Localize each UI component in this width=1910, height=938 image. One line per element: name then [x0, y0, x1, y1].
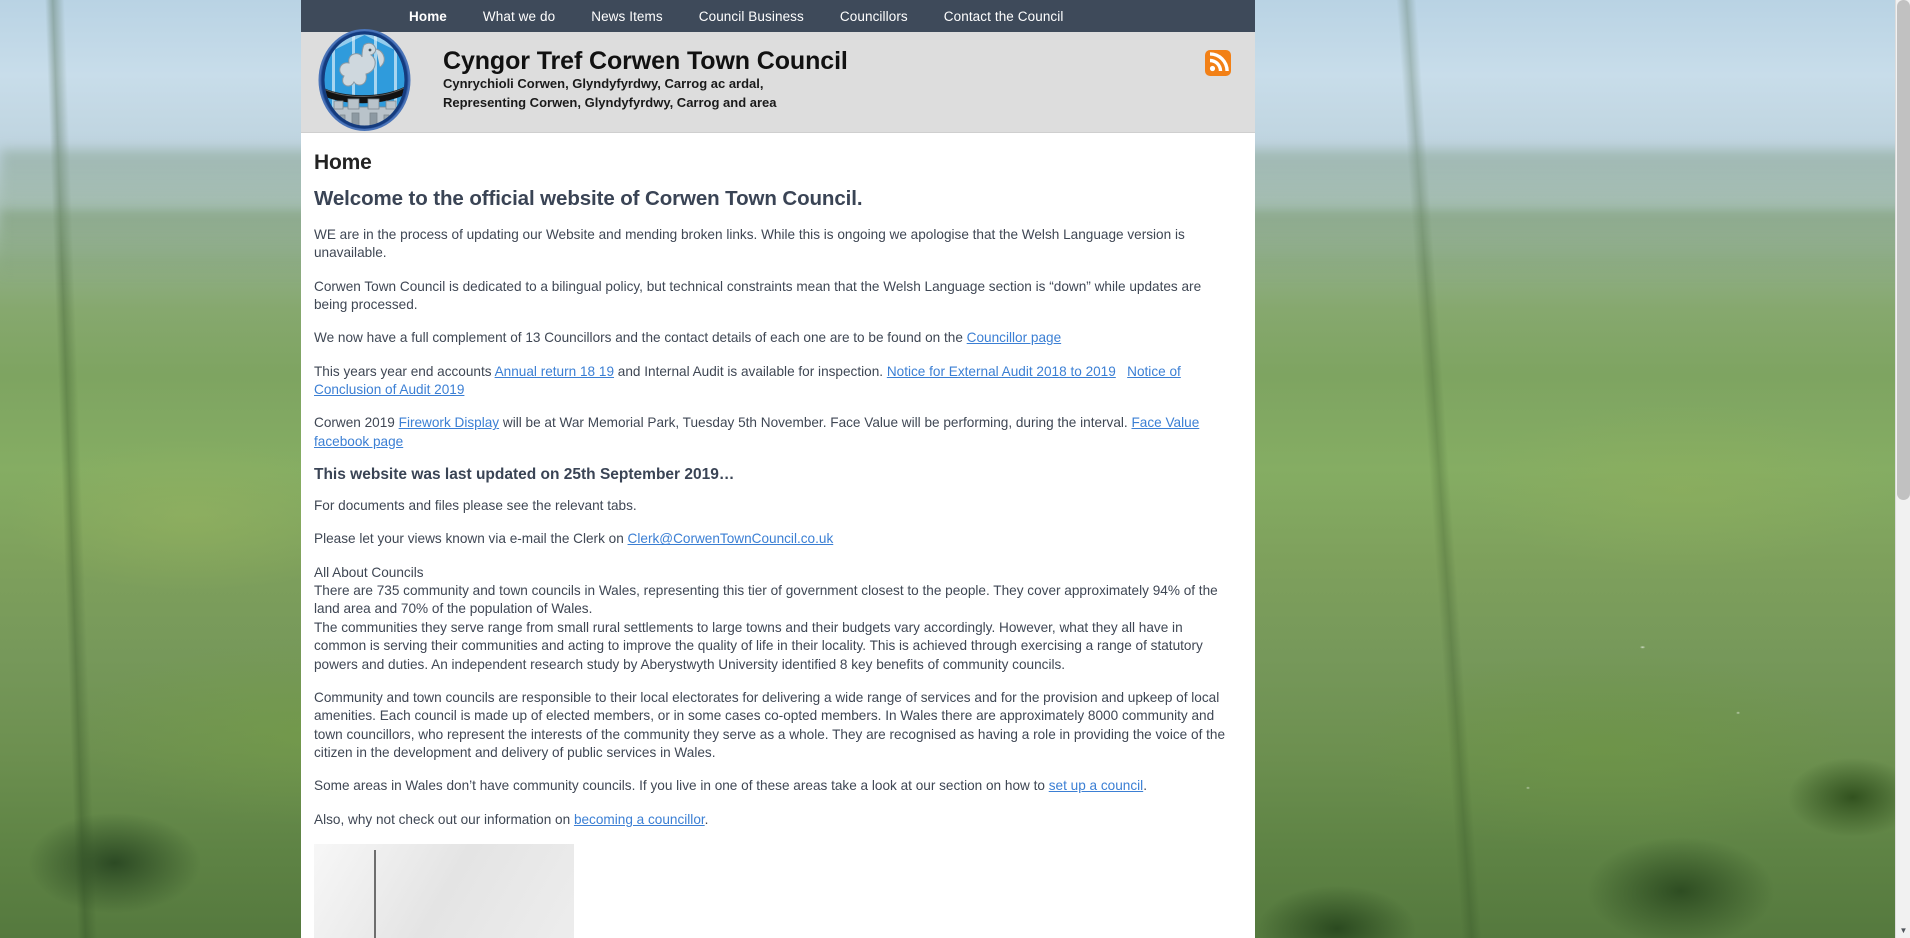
paragraph-bilingual: Corwen Town Council is dedicated to a bi… — [314, 278, 1202, 313]
setup-text-post: . — [1143, 778, 1147, 794]
link-clerk-email[interactable]: Clerk@CorwenTownCouncil.co.uk — [628, 531, 834, 546]
main-content: Home Welcome to the official website of … — [301, 133, 1255, 938]
paragraph-firework: Corwen 2019 Firework Display will be at … — [314, 414, 1231, 451]
accounts-text-pre: This years year end accounts — [314, 363, 495, 379]
link-annual-return[interactable]: Annual return 18 19 — [495, 364, 614, 379]
welcome-heading: Welcome to the official website of Corwe… — [314, 187, 863, 210]
scroll-down-arrow[interactable]: ▼ — [1896, 923, 1910, 938]
scrollbar-thumb[interactable] — [1897, 0, 1910, 500]
nav-item-news-items[interactable]: News Items — [591, 9, 663, 24]
about-councils-title: All About Councils — [314, 564, 424, 580]
accounts-gap — [1116, 364, 1127, 379]
site-title: Cyngor Tref Corwen Town Council — [443, 47, 848, 75]
council-crest-logo[interactable] — [318, 29, 411, 131]
tagline-welsh: Cynrychioli Corwen, Glyndyfyrdwy, Carrog… — [443, 76, 764, 92]
paragraph-accounts: This years year end accounts Annual retu… — [314, 363, 1231, 400]
photo-wash — [314, 843, 574, 938]
link-councillor-page[interactable]: Councillor page — [967, 330, 1061, 345]
masthead-text-block: Cyngor Tref Corwen Town Council Cynrychi… — [443, 48, 848, 112]
paragraph-views: Please let your views known via e-mail t… — [314, 530, 1231, 548]
link-set-up-a-council[interactable]: set up a council — [1049, 778, 1143, 793]
paragraph-updating: WE are in the process of updating our We… — [314, 227, 1185, 261]
all-about-councils-block: All About Councils There are 735 communi… — [314, 564, 1231, 674]
tagline-english: Representing Corwen, Glyndyfyrdwy, Carro… — [443, 94, 777, 110]
becoming-text-pre: Also, why not check out our information … — [314, 811, 574, 827]
councillors-text: We now have a full complement of 13 Coun… — [314, 330, 967, 346]
link-becoming-a-councillor[interactable]: becoming a councillor — [574, 812, 705, 827]
setup-text-pre: Some areas in Wales don’t have community… — [314, 778, 1049, 794]
views-text-pre: Please let your views known via e-mail t… — [314, 531, 628, 547]
nav-item-what-we-do[interactable]: What we do — [483, 9, 555, 24]
link-firework-display[interactable]: Firework Display — [399, 415, 499, 430]
site-masthead: Cyngor Tref Corwen Town Council Cynrychi… — [301, 29, 1255, 133]
paragraph-becoming-councillor: Also, why not check out our information … — [314, 811, 1231, 829]
content-photo — [314, 843, 574, 938]
link-notice-external-audit[interactable]: Notice for External Audit 2018 to 2019 — [887, 364, 1116, 379]
paragraph-documents: For documents and files please see the r… — [314, 498, 637, 514]
page-title: Home — [314, 151, 372, 174]
nav-item-contact-the-council[interactable]: Contact the Council — [944, 9, 1064, 24]
main-navigation: Home What we do News Items Council Busin… — [301, 0, 1255, 32]
about-councils-paragraph-3: Community and town councils are responsi… — [314, 689, 1226, 760]
site-container: Home What we do News Items Council Busin… — [301, 0, 1255, 938]
nav-item-councillors[interactable]: Councillors — [840, 9, 908, 24]
about-councils-paragraph-1: There are 735 community and town council… — [314, 583, 1218, 617]
accounts-text-mid: and Internal Audit is available for insp… — [614, 363, 887, 379]
nav-item-home[interactable]: Home — [409, 9, 447, 24]
nav-item-council-business[interactable]: Council Business — [699, 9, 804, 24]
rss-feed-icon[interactable] — [1205, 50, 1231, 76]
becoming-text-post: . — [704, 811, 709, 827]
firework-text-mid: will be at War Memorial Park, Tuesday 5t… — [499, 415, 1132, 431]
about-councils-paragraph-2: The communities they serve range from sm… — [314, 619, 1203, 672]
paragraph-set-up-council: Some areas in Wales don’t have community… — [314, 777, 1231, 795]
page-scrollbar[interactable]: ▲ ▼ — [1895, 0, 1910, 938]
photo-pole — [374, 849, 376, 938]
firework-text-pre: Corwen 2019 — [314, 415, 399, 431]
last-updated-heading: This website was last updated on 25th Se… — [314, 466, 735, 484]
paragraph-councillors: We now have a full complement of 13 Coun… — [314, 329, 1231, 347]
